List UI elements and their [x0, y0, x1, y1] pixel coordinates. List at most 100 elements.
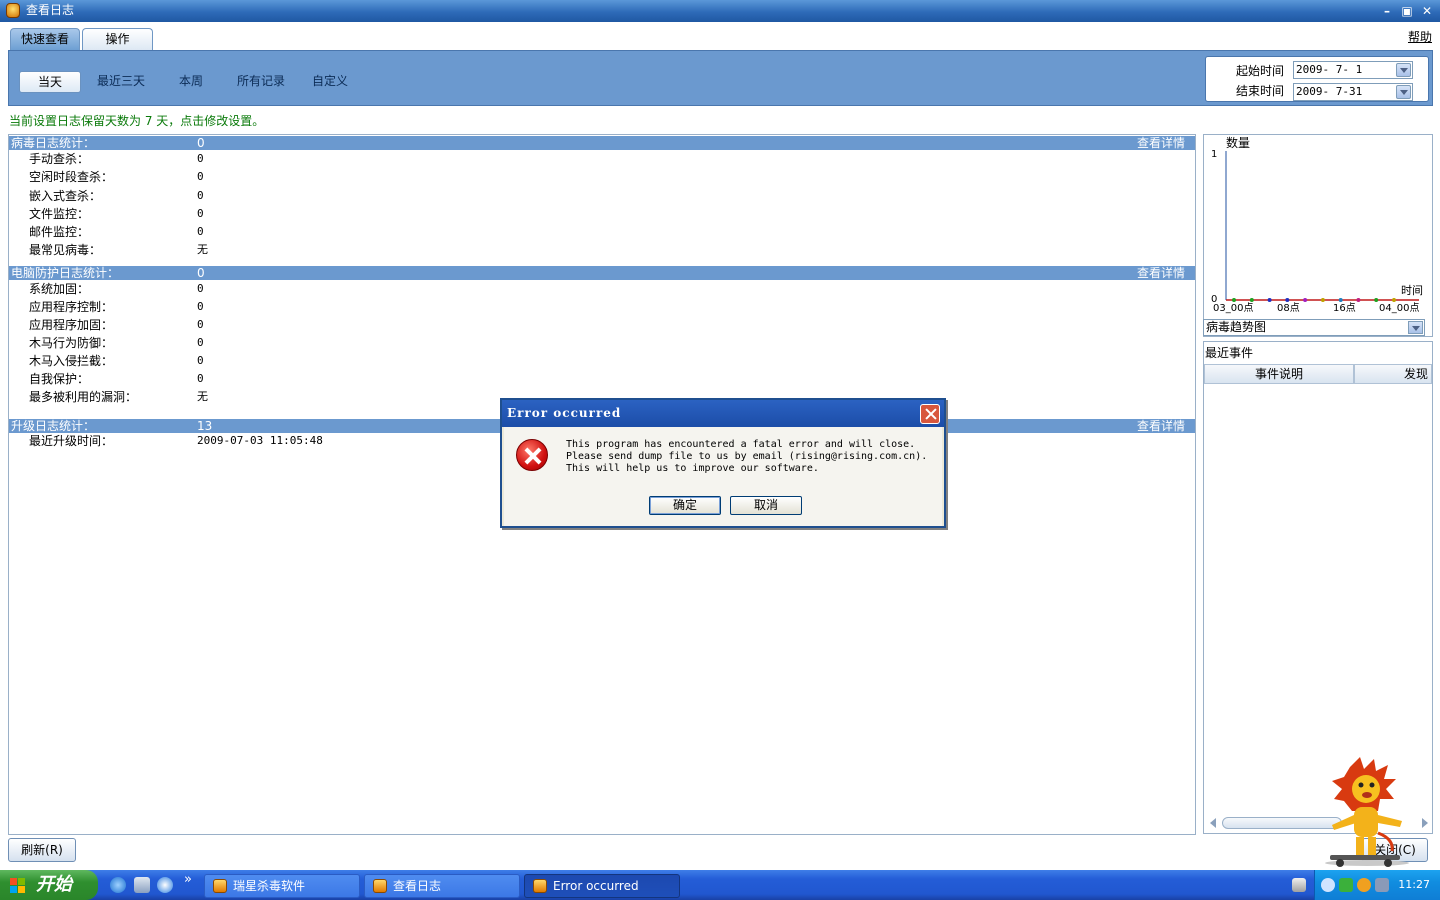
chart-point	[1303, 298, 1308, 302]
rising-tray-icon[interactable]	[1357, 878, 1371, 892]
quicklaunch-more-icon[interactable]: »	[184, 872, 192, 887]
filter-all-records[interactable]: 所有记录	[231, 71, 291, 93]
retention-notice-link[interactable]: 当前设置日志保留天数为 7 天，点击修改设置。	[9, 112, 264, 129]
stat-label: 文件监控：	[29, 207, 90, 221]
start-button[interactable]: 开始	[0, 870, 98, 900]
filter-last-three-days[interactable]: 最近三天	[89, 71, 153, 93]
error-message-line: Please send dump file to us by email (ri…	[566, 451, 928, 462]
start-time-label: 起始时间	[1236, 64, 1285, 78]
refresh-button[interactable]: 刷新(R)	[8, 838, 76, 862]
task-label: 瑞星杀毒软件	[233, 879, 306, 893]
chart-type-value: 病毒趋势图	[1206, 320, 1267, 334]
cancel-button[interactable]: 取消	[730, 496, 802, 515]
error-message-line: This will help us to improve our softwar…	[566, 463, 819, 474]
column-header-description[interactable]: 事件说明	[1204, 364, 1354, 384]
stat-row: 文件监控： 0	[9, 205, 1195, 223]
close-icon[interactable]: ✕	[1418, 3, 1436, 19]
chart-point	[1285, 298, 1290, 302]
column-header-found[interactable]: 发现	[1354, 364, 1432, 384]
chart-point	[1338, 298, 1343, 302]
minimize-icon[interactable]: –	[1378, 3, 1396, 19]
chart-type-select[interactable]: 病毒趋势图	[1203, 319, 1425, 336]
stat-value: 0	[197, 170, 204, 183]
task-label: 查看日志	[393, 879, 442, 893]
trend-chart-panel: 数量 1 0 时间 03_00点 08点 16点 04_00点	[1203, 134, 1433, 337]
scroll-right-icon[interactable]	[1422, 818, 1428, 828]
stat-row: 嵌入式查杀： 0	[9, 187, 1195, 205]
start-date-select[interactable]: 2009- 7- 1	[1293, 61, 1413, 79]
stat-row: 木马入侵拦截： 0	[9, 352, 1195, 370]
windows-flag-icon	[10, 878, 26, 893]
trend-chart: 数量 1 0 时间 03_00点 08点 16点 04_00点	[1211, 135, 1423, 314]
error-window-icon	[533, 879, 547, 893]
stat-row: 系统加固： 0	[9, 280, 1195, 298]
stat-label: 系统加固：	[29, 282, 90, 296]
stat-label: 邮件监控：	[29, 225, 90, 239]
chevron-down-icon[interactable]	[1396, 85, 1411, 99]
section-title: 病毒日志统计：	[11, 136, 96, 150]
section-title: 电脑防护日志统计：	[11, 266, 120, 280]
filter-custom[interactable]: 自定义	[305, 71, 355, 93]
filter-bar: 当天 最近三天 本周 所有记录 自定义 起始时间 2009- 7- 1 结束时间…	[8, 50, 1433, 106]
chart-x-tick: 08点	[1277, 302, 1300, 314]
chart-point	[1249, 298, 1254, 302]
chart-y-label: 数量	[1226, 135, 1250, 150]
network-icon[interactable]	[1339, 878, 1353, 892]
chart-point	[1356, 298, 1361, 302]
chart-point	[1374, 298, 1379, 302]
stat-value: 0	[197, 372, 204, 385]
end-date-select[interactable]: 2009- 7-31	[1293, 83, 1413, 101]
tray-arrow-icon[interactable]	[1321, 878, 1335, 892]
task-label: Error occurred	[553, 879, 639, 893]
internet-explorer-icon[interactable]	[110, 877, 126, 893]
stat-label: 最常见病毒：	[29, 243, 102, 257]
chevron-down-icon[interactable]	[1408, 321, 1423, 334]
stat-value: 0	[197, 282, 204, 295]
stat-value: 0	[197, 189, 204, 202]
dialog-title[interactable]: Error occurred	[502, 400, 944, 427]
stat-value: 0	[197, 207, 204, 220]
start-label: 开始	[36, 874, 72, 895]
task-view-log[interactable]: 查看日志	[364, 874, 520, 898]
chart-x-tick: 03_00点	[1213, 302, 1253, 314]
tab-operations[interactable]: 操作	[82, 28, 153, 50]
volume-icon[interactable]	[1375, 878, 1389, 892]
dialog-close-icon[interactable]	[920, 404, 940, 424]
stat-label: 应用程序加固：	[29, 318, 114, 332]
chart-x-tick: 16点	[1333, 302, 1356, 314]
keyboard-icon[interactable]	[1292, 878, 1306, 892]
chart-point	[1267, 298, 1272, 302]
window-title: 查看日志	[26, 3, 75, 17]
rising-app-icon	[213, 879, 227, 893]
maximize-icon[interactable]: ▣	[1398, 3, 1416, 19]
recent-events-title: 最近事件	[1205, 346, 1254, 360]
end-time-label: 结束时间	[1236, 84, 1285, 98]
view-details-link[interactable]: 查看详情	[1137, 266, 1185, 280]
section-total: 0	[197, 136, 205, 150]
stat-row: 应用程序控制： 0	[9, 298, 1195, 316]
chevron-down-icon[interactable]	[1396, 63, 1411, 77]
ok-button[interactable]: 确定	[649, 496, 721, 515]
task-error-occurred[interactable]: Error occurred	[524, 874, 680, 898]
view-details-link[interactable]: 查看详情	[1137, 419, 1185, 433]
error-dialog: Error occurred This program has encounte…	[500, 398, 946, 528]
filter-this-week[interactable]: 本周	[169, 71, 213, 93]
date-range-box: 起始时间 2009- 7- 1 结束时间 2009- 7-31	[1205, 56, 1429, 102]
lion-mascot-icon[interactable]	[1322, 755, 1412, 870]
browser-icon[interactable]	[157, 877, 173, 893]
help-link[interactable]: 帮助	[1408, 28, 1432, 45]
stat-row: 邮件监控： 0	[9, 223, 1195, 241]
title-bar[interactable]: 查看日志 – ▣ ✕	[0, 0, 1440, 22]
task-rising-antivirus[interactable]: 瑞星杀毒软件	[204, 874, 360, 898]
tab-quick-view[interactable]: 快速查看	[10, 28, 80, 50]
desktop-icon[interactable]	[134, 877, 150, 893]
section-total: 0	[197, 266, 205, 280]
stat-value: 0	[197, 318, 204, 331]
stat-label: 自我保护：	[29, 372, 90, 386]
stat-label: 手动查杀：	[29, 152, 90, 166]
app-root: 查看日志 – ▣ ✕ 快速查看 操作 帮助 当天 最近三天 本周 所有记录 自定…	[0, 0, 1440, 900]
scroll-left-icon[interactable]	[1210, 818, 1216, 828]
end-date-value: 2009- 7-31	[1296, 85, 1363, 98]
filter-today[interactable]: 当天	[19, 71, 81, 93]
view-details-link[interactable]: 查看详情	[1137, 136, 1185, 150]
